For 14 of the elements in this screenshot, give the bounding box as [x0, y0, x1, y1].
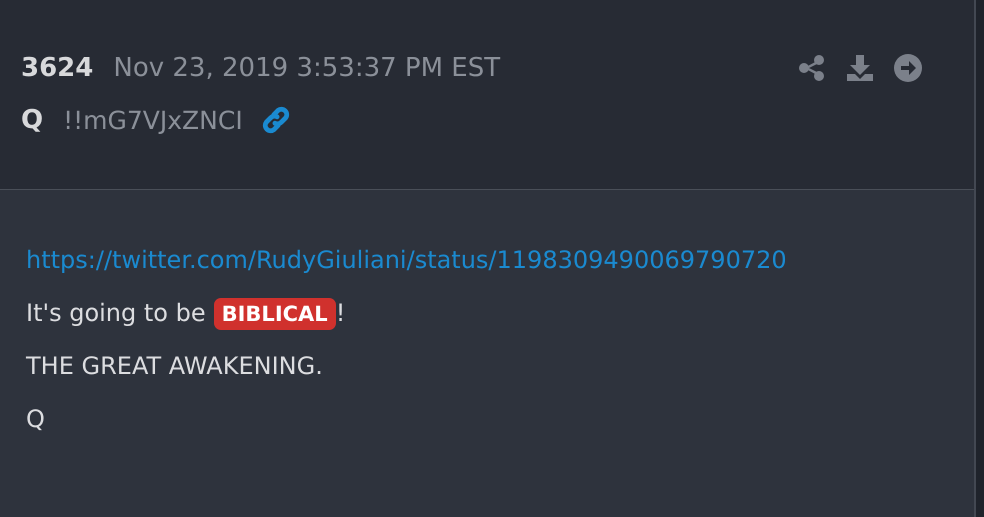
body-text: THE GREAT AWAKENING.: [26, 351, 323, 382]
keyword-tag: BIBLICAL: [214, 298, 336, 330]
share-icon[interactable]: [798, 54, 826, 82]
post-timestamp: Nov 23, 2019 3:53:37 PM EST: [113, 53, 500, 83]
download-icon[interactable]: [846, 54, 874, 82]
body-text: Q: [26, 404, 45, 435]
arrow-right-circle-icon[interactable]: [894, 54, 922, 82]
body-text: It's going to be: [26, 298, 206, 329]
body-text: !: [336, 298, 346, 329]
post-number: 3624: [21, 53, 94, 83]
author-name: Q: [21, 105, 44, 135]
tweet-link[interactable]: https://twitter.com/RudyGiuliani/status/1198309490069790720: [26, 234, 951, 287]
tripcode: !!mG7VJxZNCI: [63, 106, 243, 134]
chain-link-icon[interactable]: [260, 105, 291, 135]
